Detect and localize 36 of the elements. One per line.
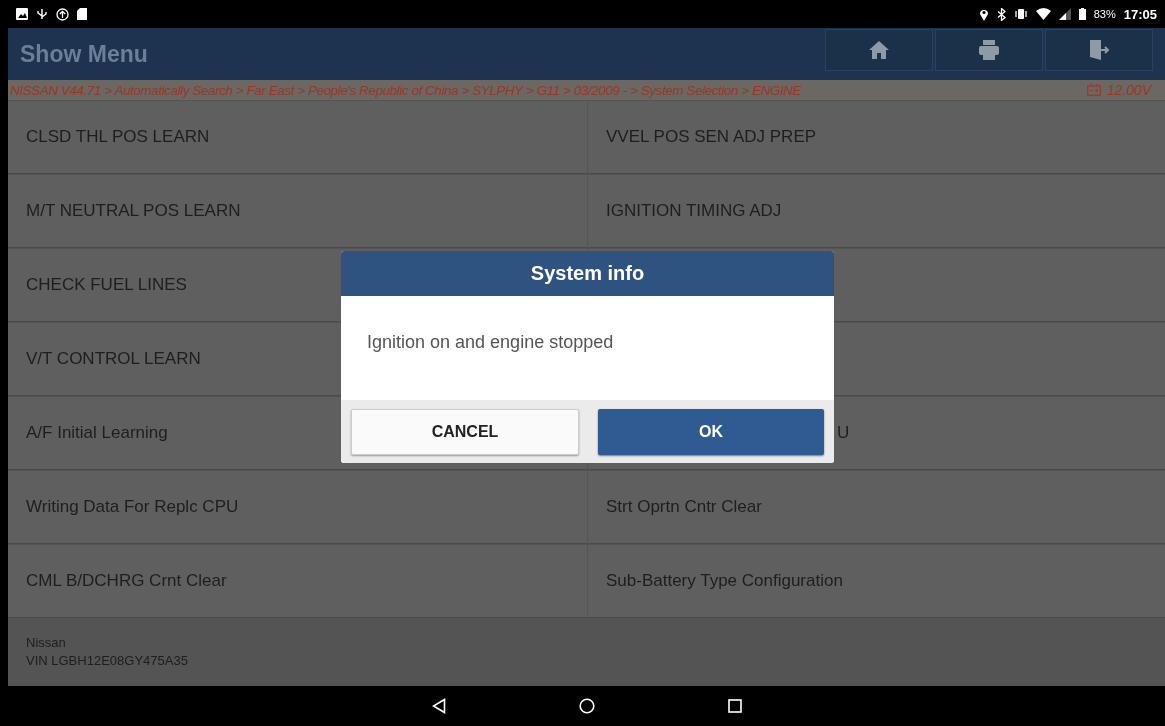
recents-icon[interactable] (727, 699, 742, 713)
upload-icon (56, 7, 69, 21)
menu-item[interactable]: Strt Oprtn Cntr Clear (588, 471, 1165, 544)
cancel-button[interactable]: CANCEL (351, 408, 579, 455)
voltage-reading: 12.00V (1106, 82, 1151, 98)
clock: 17:05 (1123, 6, 1157, 22)
home-circle-icon[interactable] (578, 698, 595, 714)
bluetooth-icon (996, 7, 1006, 21)
signal-icon (1058, 8, 1071, 20)
wifi-icon (1035, 8, 1051, 20)
ok-button[interactable]: OK (598, 408, 824, 455)
menu-item[interactable]: CML B/DCHRG Crnt Clear (8, 545, 587, 618)
breadcrumb-path: NISSAN V44.71 > Automatically Search > Far East > People's Republic of China > SYLPHY > G11 > 03/2009 - > System Selection > ENGINE (10, 82, 801, 98)
menu-item[interactable]: Writing Data For Replc CPU (8, 471, 587, 544)
menu-item[interactable]: M/T NEUTRAL POS LEARN (8, 175, 587, 248)
home-button[interactable] (825, 29, 933, 71)
exit-icon (1088, 39, 1110, 61)
page-title: Show Menu (20, 40, 148, 68)
menu-item[interactable]: CLSD THL POS LEARN (8, 101, 587, 174)
menu-item[interactable]: Sub-Battery Type Configuration (588, 545, 1165, 618)
vibrate-icon (1013, 8, 1028, 20)
location-icon (978, 7, 989, 21)
usb-icon (36, 8, 48, 20)
menu-item[interactable]: VVEL POS SEN ADJ PREP (588, 101, 1165, 174)
battery-icon (1086, 84, 1101, 96)
dialog-title: System info (341, 251, 834, 296)
print-button[interactable] (935, 29, 1043, 71)
image-icon (16, 8, 28, 20)
exit-button[interactable] (1045, 29, 1153, 71)
back-icon[interactable] (431, 698, 446, 714)
sd-card-icon (77, 8, 87, 20)
home-icon (868, 40, 890, 60)
battery-percent: 83% (1093, 8, 1116, 20)
menu-item[interactable]: IGNITION TIMING ADJ (588, 175, 1165, 248)
battery-icon (1078, 8, 1086, 20)
printer-icon (978, 39, 1000, 61)
